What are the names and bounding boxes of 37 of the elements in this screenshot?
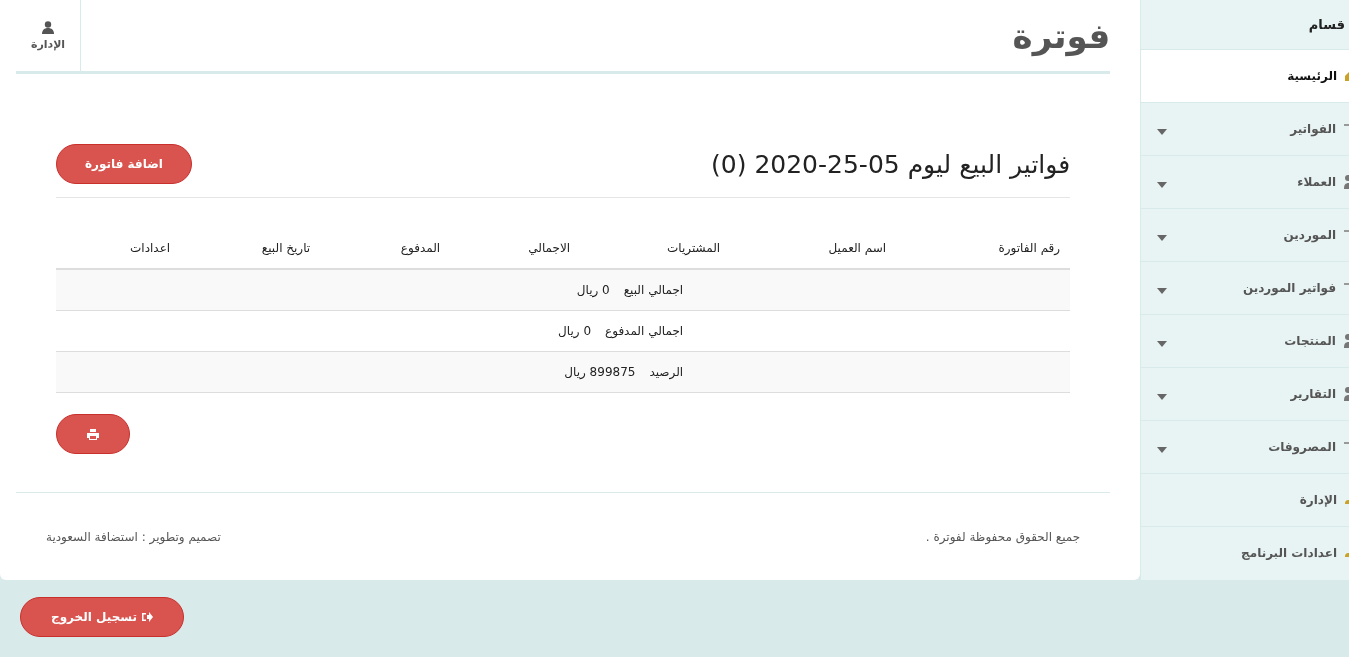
credit-text: تصميم وتطوير : استضافة السعودية: [46, 529, 221, 544]
users-icon: [1344, 387, 1349, 401]
sidebar-item[interactable]: التقارير: [1141, 367, 1349, 420]
column-header: الاجمالي: [527, 241, 571, 255]
sidebar-item[interactable]: فواتير الموردين: [1141, 261, 1349, 314]
summary-label: اجمالي البيع: [623, 283, 685, 297]
summary-value: 0 ريال: [557, 324, 592, 338]
logout-icon: [142, 612, 153, 622]
summary-label: اجمالي المدفوع: [605, 324, 685, 338]
print-icon: [87, 428, 99, 440]
users-icon: [1344, 175, 1349, 189]
admin-menu[interactable]: الإدارة: [16, 0, 81, 71]
sidebar-item[interactable]: الإدارة: [1141, 473, 1349, 526]
logout-button[interactable]: تسجيل الخروج: [20, 597, 184, 637]
sidebar-item[interactable]: المصروفات: [1141, 420, 1349, 473]
add-invoice-button[interactable]: اضافة فاتورة: [56, 144, 192, 184]
sidebar-item[interactable]: المنتجات: [1141, 314, 1349, 367]
column-header: اسم العميل: [827, 241, 887, 255]
copyright-text: جميع الحقوق محفوظة لفوترة .: [925, 529, 1081, 544]
column-header: رقم الفاتورة: [997, 241, 1061, 255]
column-header: تاريخ البيع: [260, 241, 311, 255]
column-header: المشتريات: [666, 241, 721, 255]
sidebar-title: قسام: [1307, 16, 1346, 35]
column-header: المدفوع: [399, 241, 441, 255]
summary-value: 0 ريال: [575, 283, 611, 297]
summary-label: الرصيد: [649, 365, 685, 379]
sidebar-item[interactable]: الفواتير: [1141, 102, 1349, 155]
brand-title: فوترة: [1012, 15, 1111, 56]
column-header: اعدادات: [129, 241, 171, 255]
sidebar-item[interactable]: العملاء: [1141, 155, 1349, 208]
page-title: فواتير البيع ليوم 05-25-2020 (0): [711, 149, 1071, 179]
users-icon: [1344, 334, 1349, 348]
sidebar-item[interactable]: الرئيسية: [1141, 49, 1349, 102]
summary-value: 899875 ريال: [563, 365, 637, 379]
sidebar-item[interactable]: الموردين: [1141, 208, 1349, 261]
sidebar-item[interactable]: اعدادات البرنامج: [1141, 526, 1349, 579]
print-button[interactable]: [56, 414, 130, 454]
